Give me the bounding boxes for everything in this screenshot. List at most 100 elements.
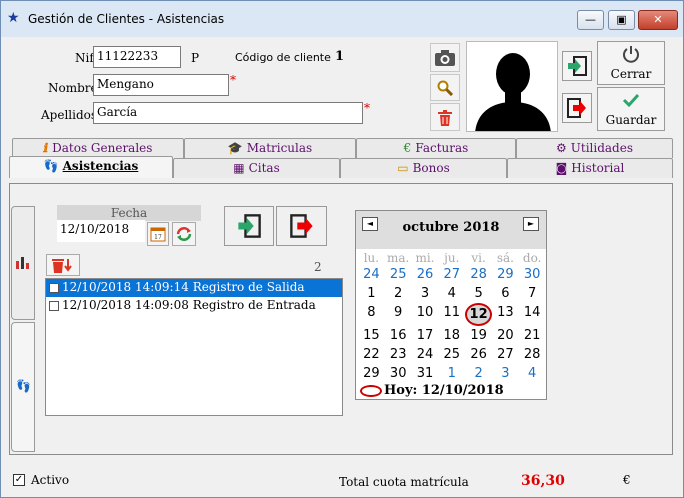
date-picker-button[interactable]: 17 xyxy=(147,222,169,246)
calendar-day[interactable]: 11 xyxy=(438,303,465,326)
calendar-day[interactable]: 27 xyxy=(438,265,465,284)
list-item[interactable]: 12/10/2018 14:09:14 Registro de Salida xyxy=(46,279,342,297)
nombre-label: Nombre xyxy=(48,81,98,95)
calendar-week: 22 23 24 25 26 27 28 xyxy=(358,345,546,364)
nif-field[interactable]: 11122233 xyxy=(93,46,181,68)
calendar-day[interactable]: 27 xyxy=(492,345,519,364)
record-count: 2 xyxy=(314,260,322,274)
row-checkbox[interactable] xyxy=(49,283,59,293)
next-month-button[interactable]: ► xyxy=(523,217,539,231)
tab-citas[interactable]: ▦ Citas xyxy=(173,158,340,178)
calendar-day[interactable]: 25 xyxy=(385,265,412,284)
calendar-day[interactable]: 7 xyxy=(519,284,546,303)
calendar-day[interactable]: 4 xyxy=(519,364,546,383)
vtab-asistencias[interactable]: 👣 xyxy=(11,322,35,452)
calendar-day[interactable]: 30 xyxy=(519,265,546,284)
currency-symbol: € xyxy=(623,473,631,487)
registrar-entrada-button[interactable] xyxy=(224,206,274,246)
client-photo xyxy=(466,41,558,132)
calendar-day[interactable]: 1 xyxy=(438,364,465,383)
calendar-day[interactable]: 19 xyxy=(465,326,492,345)
calendar-day[interactable]: 6 xyxy=(492,284,519,303)
login-button[interactable] xyxy=(562,51,592,81)
today-link[interactable]: Hoy: 12/10/2018 xyxy=(360,383,504,398)
calendar-day[interactable]: 30 xyxy=(385,364,412,383)
minimize-button[interactable]: — xyxy=(577,10,604,30)
app-icon: ★ xyxy=(7,10,20,26)
calendar-day[interactable]: 2 xyxy=(385,284,412,303)
camera-button[interactable] xyxy=(430,43,460,72)
calendar-day[interactable]: 25 xyxy=(438,345,465,364)
calendar: ◄ octubre 2018 ► lu. ma. mi. ju. vi. sá. do. 2… xyxy=(355,210,547,400)
calendar-day[interactable]: 16 xyxy=(385,326,412,345)
calendar-day[interactable]: 29 xyxy=(358,364,385,383)
refresh-button[interactable] xyxy=(172,222,196,246)
calendar-header: ◄ octubre 2018 ► xyxy=(356,211,546,249)
calendar-day[interactable]: 24 xyxy=(358,265,385,284)
list-item[interactable]: 12/10/2018 14:09:08 Registro de Entrada xyxy=(46,297,342,315)
required-mark: * xyxy=(230,73,236,87)
money-icon: € xyxy=(403,141,412,155)
calendar-day[interactable]: 9 xyxy=(385,303,412,326)
tab-historial[interactable]: ◙ Historial xyxy=(507,158,673,178)
close-button[interactable]: ✕ xyxy=(638,10,678,30)
title-bar: ★ Gestión de Clientes - Asistencias — ▣ … xyxy=(1,1,683,37)
calendar-day-today[interactable]: 12 xyxy=(465,303,492,326)
tab-datos-generales[interactable]: ⅈ Datos Generales xyxy=(12,138,184,158)
calendar-day[interactable]: 10 xyxy=(412,303,439,326)
calendar-day[interactable]: 29 xyxy=(492,265,519,284)
calendar-day[interactable]: 15 xyxy=(358,326,385,345)
weekday-header: lu. ma. mi. ju. vi. sá. do. xyxy=(363,251,542,265)
exit-arrow-icon xyxy=(289,214,313,238)
attendance-list[interactable]: 12/10/2018 14:09:14 Registro de Salida 1… xyxy=(45,278,343,416)
calendar-day[interactable]: 20 xyxy=(492,326,519,345)
total-value: 36,30 xyxy=(521,473,565,489)
footer: ✓ Activo Total cuota matrícula 36,30 € xyxy=(1,467,683,497)
guardar-button[interactable]: Guardar xyxy=(597,87,665,131)
calendar-icon: 17 xyxy=(150,227,166,242)
calendar-day[interactable]: 4 xyxy=(438,284,465,303)
cerrar-button[interactable]: Cerrar xyxy=(597,41,665,85)
calendar-day[interactable]: 26 xyxy=(465,345,492,364)
tab-bonos[interactable]: ▭ Bonos xyxy=(340,158,507,178)
tab-matriculas[interactable]: 🎓 Matriculas xyxy=(184,138,356,158)
fecha-field[interactable]: 12/10/2018 xyxy=(57,220,145,242)
ticket-icon: ▭ xyxy=(397,161,409,175)
calendar-day[interactable]: 5 xyxy=(465,284,492,303)
calendar-day[interactable]: 26 xyxy=(412,265,439,284)
delete-record-button[interactable] xyxy=(46,254,80,276)
calendar-week: 8 9 10 11 12 13 14 xyxy=(358,303,546,326)
zoom-button[interactable] xyxy=(430,74,460,101)
exit-arrow-icon xyxy=(567,98,586,118)
calendar-day[interactable]: 14 xyxy=(519,303,546,326)
calendar-day[interactable]: 21 xyxy=(519,326,546,345)
calendar-day[interactable]: 17 xyxy=(412,326,439,345)
calendar-day[interactable]: 28 xyxy=(519,345,546,364)
calendar-day[interactable]: 18 xyxy=(438,326,465,345)
vtab-stats[interactable] xyxy=(11,206,35,320)
calendar-day[interactable]: 3 xyxy=(492,364,519,383)
registrar-salida-button[interactable] xyxy=(276,206,327,246)
calendar-day[interactable]: 22 xyxy=(358,345,385,364)
calendar-day[interactable]: 24 xyxy=(412,345,439,364)
tab-utilidades[interactable]: ⚙ Utilidades xyxy=(516,138,673,158)
calendar-day[interactable]: 31 xyxy=(412,364,439,383)
tab-asistencias[interactable]: 👣 Asistencias xyxy=(9,156,173,178)
calendar-day[interactable]: 8 xyxy=(358,303,385,326)
calendar-day[interactable]: 2 xyxy=(465,364,492,383)
calendar-day[interactable]: 23 xyxy=(385,345,412,364)
calendar-day[interactable]: 13 xyxy=(492,303,519,326)
activo-checkbox[interactable]: ✓ xyxy=(13,474,25,486)
nombre-field[interactable]: Mengano xyxy=(93,74,229,96)
calendar-day[interactable]: 3 xyxy=(412,284,439,303)
apellidos-field[interactable]: García xyxy=(93,102,363,124)
tab-facturas[interactable]: € Facturas xyxy=(356,138,516,158)
maximize-button[interactable]: ▣ xyxy=(608,10,635,30)
calendar-day[interactable]: 1 xyxy=(358,284,385,303)
delete-photo-button[interactable] xyxy=(430,103,460,131)
guardar-label: Guardar xyxy=(605,113,657,127)
graduation-cap-icon: 🎓 xyxy=(227,141,243,155)
calendar-day[interactable]: 28 xyxy=(465,265,492,284)
row-checkbox[interactable] xyxy=(49,301,59,311)
logout-button[interactable] xyxy=(562,93,592,123)
